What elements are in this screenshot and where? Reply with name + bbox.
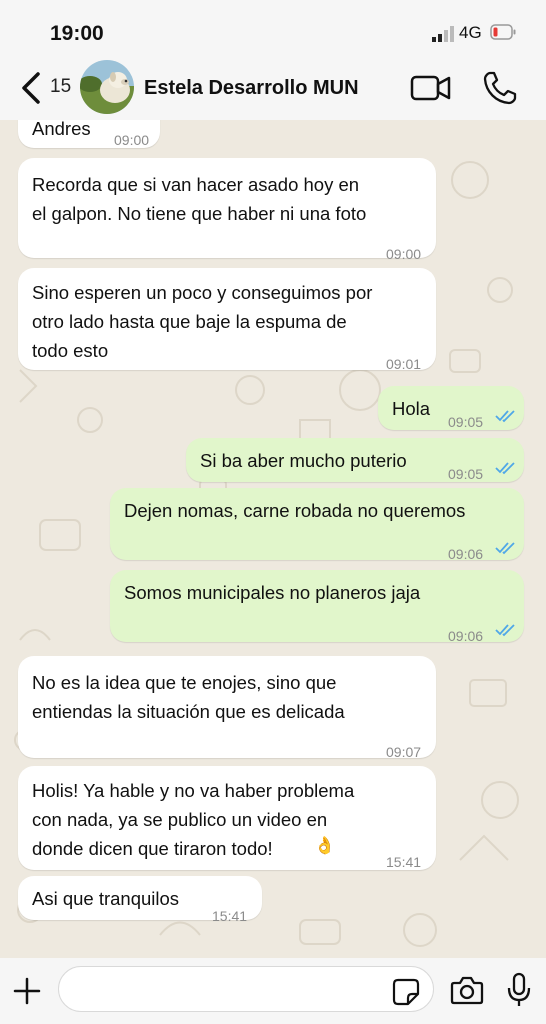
video-camera-icon[interactable] xyxy=(410,72,452,104)
plus-icon[interactable] xyxy=(12,976,42,1006)
message-time: 09:00 xyxy=(114,132,150,148)
status-bar: 19:00 4G xyxy=(0,0,546,58)
message-sender: Andres xyxy=(32,120,91,139)
message-bubble-incoming[interactable]: Recorda que si van hacer asado hoy en el… xyxy=(18,158,436,262)
double-check-icon xyxy=(495,542,515,555)
double-check-icon xyxy=(495,462,515,475)
double-check-icon xyxy=(495,410,515,423)
message-time: 09:06 xyxy=(448,628,484,644)
message-input[interactable] xyxy=(58,966,434,1012)
message-bubble-outgoing[interactable]: Si ba aber mucho puterio 09:05 xyxy=(186,438,524,482)
composer-bar xyxy=(0,958,546,1024)
message-bubble-incoming[interactable]: Sino esperen un poco y conseguimos por o… xyxy=(18,268,436,372)
message-bubble-incoming[interactable]: Andres 09:00 xyxy=(18,120,160,148)
message-time: 09:00 xyxy=(386,246,422,262)
chevron-left-icon[interactable] xyxy=(18,70,44,106)
camera-icon[interactable] xyxy=(450,974,484,1006)
message-time: 09:06 xyxy=(448,546,484,562)
message-text: No es la idea que te enojes, sino que en… xyxy=(32,672,345,722)
dog-photo-icon xyxy=(80,60,134,114)
message-text: Sino esperen un poco y conseguimos por o… xyxy=(32,282,373,361)
message-time: 09:07 xyxy=(386,744,422,760)
message-bubble-outgoing[interactable]: Hola 09:05 xyxy=(378,386,524,430)
message-text: Recorda que si van hacer asado hoy en el… xyxy=(32,174,367,224)
message-time: 15:41 xyxy=(212,908,248,924)
ok-hand-emoji: 👌 xyxy=(314,836,336,855)
double-check-icon xyxy=(495,624,515,637)
contact-name[interactable]: Estela Desarrollo MUN xyxy=(144,77,359,100)
message-time: 09:05 xyxy=(448,414,484,430)
message-time: 09:05 xyxy=(448,466,484,482)
chat-area[interactable]: Andres 09:00 Recorda que si van hacer as… xyxy=(0,120,546,958)
sticker-icon[interactable] xyxy=(392,978,420,1006)
message-text: Dejen nomas, carne robada no queremos xyxy=(124,500,466,521)
message-time: 15:41 xyxy=(386,854,422,870)
message-time: 09:01 xyxy=(386,356,422,372)
message-bubble-outgoing[interactable]: Somos municipales no planeros jaja 09:06 xyxy=(110,570,524,644)
message-bubble-incoming[interactable]: No es la idea que te enojes, sino que en… xyxy=(18,656,436,760)
battery-icon xyxy=(490,24,516,40)
microphone-icon[interactable] xyxy=(506,972,532,1008)
message-text: Holis! Ya hable y no va haber problema c… xyxy=(32,780,355,859)
phone-icon[interactable] xyxy=(482,70,518,106)
message-bubble-outgoing[interactable]: Dejen nomas, carne robada no queremos 09… xyxy=(110,488,524,562)
status-time: 19:00 xyxy=(50,22,104,45)
avatar[interactable] xyxy=(80,60,134,114)
message-text: Hola xyxy=(392,398,431,419)
signal-icon xyxy=(432,26,454,42)
message-bubble-incoming[interactable]: Asi que tranquilos 15:41 xyxy=(18,876,262,924)
chat-header: 15 Estela Desarrollo MUN xyxy=(0,58,546,121)
message-text: Si ba aber mucho puterio xyxy=(200,450,407,471)
network-type: 4G xyxy=(459,23,482,42)
message-bubble-incoming[interactable]: Holis! Ya hable y no va haber problema c… xyxy=(18,766,436,870)
message-text: Somos municipales no planeros jaja xyxy=(124,582,421,603)
message-text: Asi que tranquilos xyxy=(32,888,180,909)
unread-count[interactable]: 15 xyxy=(50,76,71,98)
